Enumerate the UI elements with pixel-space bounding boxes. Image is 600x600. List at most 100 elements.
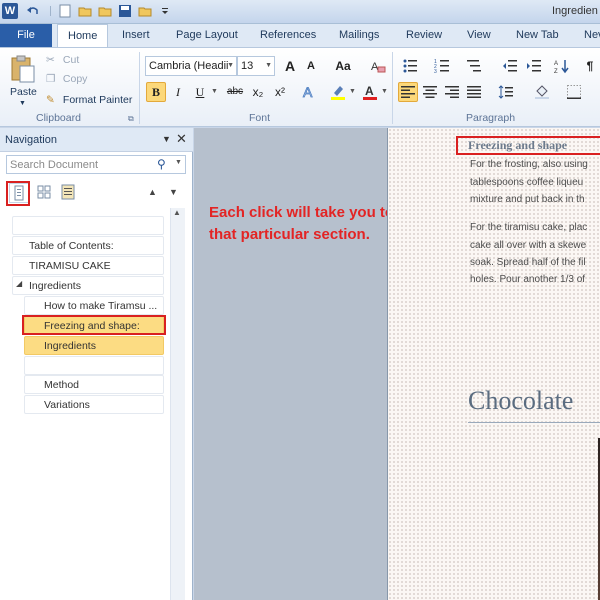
open-icon[interactable] (138, 4, 152, 18)
browse-headings-tab[interactable] (9, 183, 29, 203)
borders-button[interactable] (564, 82, 584, 102)
subscript-button[interactable]: x₂ (248, 82, 268, 102)
font-color-dropdown-icon[interactable]: ▼ (381, 88, 388, 95)
tab-page-layout[interactable]: Page Layout (176, 24, 238, 47)
pilcrow-glyph: ¶ (586, 59, 594, 73)
paragraph-group-label: Paragraph (466, 112, 516, 124)
grow-font-button[interactable]: A (280, 56, 300, 76)
nav-heading-method[interactable]: Method (24, 375, 164, 394)
font-name-select[interactable]: Cambria (Headii ▼ (145, 56, 237, 76)
underline-button[interactable]: U (190, 82, 210, 102)
tab-mailings[interactable]: Mailings (339, 24, 379, 47)
nav-heading-variations[interactable]: Variations (24, 395, 164, 414)
previous-heading-icon[interactable]: ▲ (148, 187, 157, 197)
justify-button[interactable] (464, 82, 484, 102)
save-icon[interactable] (118, 4, 132, 18)
align-left-icon (401, 86, 415, 98)
doc-heading-chocolate: Chocolate (468, 386, 574, 415)
bold-button[interactable]: B (146, 82, 166, 102)
grow-font-glyph: A (284, 58, 296, 74)
paste-label: Paste (10, 86, 37, 98)
nav-heading-freezing-and-shape[interactable]: Freezing and shape: (24, 316, 164, 335)
multilevel-list-icon (467, 60, 481, 72)
separator-icon (44, 4, 58, 18)
search-box[interactable]: ⚲ ▼ (6, 155, 186, 174)
bullets-button[interactable] (400, 56, 420, 76)
align-right-button[interactable] (442, 82, 462, 102)
numbering-button[interactable]: 123 (432, 56, 452, 76)
navigation-scrollbar[interactable]: ▲ (170, 208, 185, 600)
change-case-button[interactable]: Aa (330, 56, 356, 76)
align-right-icon (445, 86, 459, 98)
font-size-select[interactable]: 13 ▼ (237, 56, 275, 76)
pane-options-icon[interactable]: ▼ (162, 134, 171, 144)
expand-arrow-icon[interactable]: ◢ (16, 279, 22, 288)
scissors-icon: ✂ (46, 54, 55, 67)
new-document-icon[interactable] (58, 4, 72, 18)
nav-heading-blank[interactable] (12, 216, 164, 235)
search-input[interactable] (7, 156, 155, 173)
chevron-down-icon: ▼ (265, 62, 272, 69)
browse-results-tab[interactable] (59, 183, 79, 203)
next-heading-icon[interactable]: ▼ (169, 187, 178, 197)
tab-view[interactable]: View (467, 24, 491, 47)
underline-dropdown-icon[interactable]: ▼ (211, 88, 218, 95)
document-page[interactable]: Freezing and shape For the frosting, als… (387, 128, 600, 600)
increase-indent-button[interactable] (524, 56, 544, 76)
open-folder-icon[interactable] (78, 4, 92, 18)
format-painter-button[interactable]: ✎ Format Painter (46, 91, 132, 109)
shrink-font-glyph: A (307, 60, 315, 72)
multilevel-list-button[interactable] (464, 56, 484, 76)
clipboard-dialog-launcher-icon[interactable]: ⧉ (128, 114, 134, 124)
decrease-indent-button[interactable] (500, 56, 520, 76)
tab-file[interactable]: File (0, 24, 52, 47)
folder-icon[interactable] (98, 4, 112, 18)
nav-heading-ingredients-parent[interactable]: Ingredients (12, 276, 164, 295)
line-spacing-icon (498, 85, 513, 99)
shrink-font-button[interactable]: A (301, 56, 321, 76)
close-icon[interactable]: ✕ (176, 131, 187, 147)
paste-dropdown-icon[interactable]: ▼ (19, 100, 26, 107)
tab-references[interactable]: References (260, 24, 316, 47)
copy-button[interactable]: ❐ Copy (46, 70, 87, 88)
tab-nev[interactable]: Nev (584, 24, 600, 47)
change-case-glyph: Aa (335, 59, 351, 73)
line-spacing-button[interactable] (496, 82, 516, 102)
clear-formatting-button[interactable]: A (368, 56, 388, 76)
align-center-button[interactable] (420, 82, 440, 102)
tab-home[interactable]: Home (57, 24, 109, 48)
doc-text-line: soak. Spread half of the fil (470, 257, 586, 268)
shading-button[interactable] (532, 82, 552, 102)
nav-heading-blank-2[interactable] (24, 356, 164, 375)
paste-button[interactable]: Paste ▼ (6, 52, 40, 110)
doc-text-line: For the tiramisu cake, plac (470, 222, 588, 233)
title-bar: W Ingredien (0, 0, 600, 24)
show-formatting-button[interactable]: ¶ (580, 56, 600, 76)
cut-button[interactable]: ✂ Cut (46, 51, 79, 69)
group-separator (392, 52, 393, 124)
sort-button[interactable]: AZ (552, 56, 572, 76)
highlight-dropdown-icon[interactable]: ▼ (349, 88, 356, 95)
text-effects-button[interactable]: A (300, 82, 320, 102)
decrease-indent-icon (503, 60, 517, 72)
nav-heading-table-of-contents[interactable]: Table of Contents: (12, 236, 164, 255)
nav-heading-tiramisu-cake[interactable]: TIRAMISU CAKE (12, 256, 164, 275)
tab-new-tab[interactable]: New Tab (516, 24, 559, 47)
align-left-button[interactable] (398, 82, 418, 102)
tab-review[interactable]: Review (406, 24, 442, 47)
undo-icon[interactable] (26, 4, 40, 18)
nav-heading-how-to-make[interactable]: How to make Tiramsu ... (24, 296, 164, 315)
search-icon[interactable]: ⚲ (157, 157, 166, 171)
italic-button[interactable]: I (168, 82, 188, 102)
customize-qat-icon[interactable] (160, 4, 174, 18)
tab-insert[interactable]: Insert (122, 24, 150, 47)
nav-heading-ingredients[interactable]: Ingredients (24, 336, 164, 355)
search-dropdown-icon[interactable]: ▼ (175, 159, 182, 166)
scroll-up-icon[interactable]: ▲ (173, 208, 181, 217)
svg-text:3: 3 (434, 69, 437, 74)
font-color-button[interactable]: A (360, 82, 380, 102)
superscript-button[interactable]: x² (270, 82, 290, 102)
highlight-button[interactable] (328, 82, 348, 102)
browse-pages-tab[interactable] (35, 183, 55, 203)
strikethrough-button[interactable]: abc (222, 82, 248, 102)
